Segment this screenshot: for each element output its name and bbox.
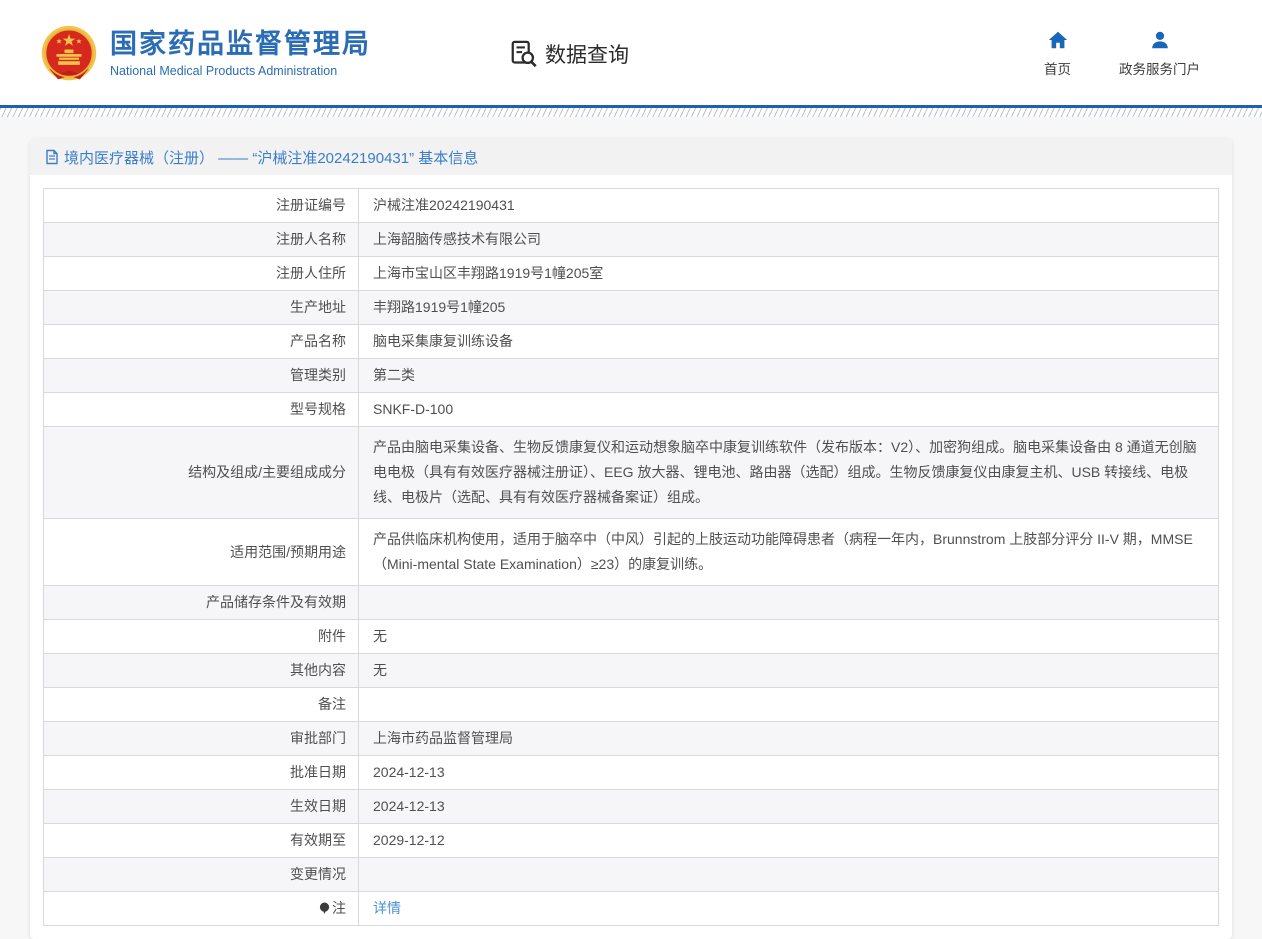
row-label: 注册人住所 [44, 257, 359, 291]
table-row: 生产地址丰翔路1919号1幢205 [44, 291, 1219, 325]
site-header: 国家药品监督管理局 National Medical Products Admi… [0, 0, 1262, 117]
table-row: 批准日期2024-12-13 [44, 756, 1219, 790]
table-row: 产品名称脑电采集康复训练设备 [44, 325, 1219, 359]
row-value: 无 [359, 654, 1219, 688]
row-value: 沪械注准20242190431 [359, 189, 1219, 223]
table-row: 注册证编号沪械注准20242190431 [44, 189, 1219, 223]
org-name-en: National Medical Products Administration [110, 64, 371, 78]
row-value [359, 586, 1219, 620]
row-label: 有效期至 [44, 824, 359, 858]
nav-item-home[interactable]: 首页 [1044, 29, 1071, 78]
table-row: 适用范围/预期用途产品供临床机构使用，适用于脑卒中（中风）引起的上肢运动功能障碍… [44, 519, 1219, 586]
row-value: 产品由脑电采集设备、生物反馈康复仪和运动想象脑卒中康复训练软件（发布版本：V2）… [359, 427, 1219, 519]
row-value: 详情 [359, 892, 1219, 926]
row-label: 变更情况 [44, 858, 359, 892]
row-label: 结构及组成/主要组成成分 [44, 427, 359, 519]
row-label: 备注 [44, 688, 359, 722]
row-value [359, 688, 1219, 722]
details-link[interactable]: 详情 [373, 900, 401, 916]
row-label: 注 [44, 892, 359, 926]
row-label: 注册证编号 [44, 189, 359, 223]
row-value: 2024-12-13 [359, 790, 1219, 824]
row-label: 适用范围/预期用途 [44, 519, 359, 586]
row-label: 产品储存条件及有效期 [44, 586, 359, 620]
row-value [359, 858, 1219, 892]
table-row: 备注 [44, 688, 1219, 722]
page-title: 境内医疗器械（注册） —— “沪械注准20242190431” 基本信息 [64, 147, 478, 168]
brand-text: 国家药品监督管理局 National Medical Products Admi… [110, 29, 371, 78]
row-label: 产品名称 [44, 325, 359, 359]
row-value: 2024-12-13 [359, 756, 1219, 790]
row-label: 附件 [44, 620, 359, 654]
table-row: 其他内容无 [44, 654, 1219, 688]
table-row: 注册人住所上海市宝山区丰翔路1919号1幢205室 [44, 257, 1219, 291]
brand[interactable]: 国家药品监督管理局 National Medical Products Admi… [40, 25, 371, 83]
row-label: 型号规格 [44, 393, 359, 427]
row-label: 注册人名称 [44, 223, 359, 257]
row-value: 产品供临床机构使用，适用于脑卒中（中风）引起的上肢运动功能障碍患者（病程一年内，… [359, 519, 1219, 586]
data-query-icon [509, 39, 539, 69]
table-row: 管理类别第二类 [44, 359, 1219, 393]
table-row: 变更情况 [44, 858, 1219, 892]
nav-label-gov-portal: 政务服务门户 [1119, 58, 1200, 78]
registration-table: 注册证编号沪械注准20242190431注册人名称上海韶脑传感技术有限公司注册人… [43, 188, 1219, 926]
row-value: 2029-12-12 [359, 824, 1219, 858]
org-name-cn: 国家药品监督管理局 [110, 29, 371, 60]
nav-label-home: 首页 [1044, 58, 1071, 78]
nmpa-emblem-icon [40, 25, 98, 83]
document-icon [44, 149, 60, 165]
row-label: 其他内容 [44, 654, 359, 688]
row-label: 生产地址 [44, 291, 359, 325]
data-query-section[interactable]: 数据查询 [509, 39, 629, 69]
row-label: 审批部门 [44, 722, 359, 756]
table-row: 有效期至2029-12-12 [44, 824, 1219, 858]
table-row: 型号规格SNKF-D-100 [44, 393, 1219, 427]
table-row: 审批部门上海市药品监督管理局 [44, 722, 1219, 756]
row-value: 第二类 [359, 359, 1219, 393]
table-row: 产品储存条件及有效期 [44, 586, 1219, 620]
row-label: 批准日期 [44, 756, 359, 790]
header-nav: 首页 政务服务门户 [1044, 29, 1200, 78]
table-row: 注详情 [44, 892, 1219, 926]
registration-table-wrap: 注册证编号沪械注准20242190431注册人名称上海韶脑传感技术有限公司注册人… [43, 188, 1219, 926]
table-row: 结构及组成/主要组成成分产品由脑电采集设备、生物反馈康复仪和运动想象脑卒中康复训… [44, 427, 1219, 519]
table-row: 注册人名称上海韶脑传感技术有限公司 [44, 223, 1219, 257]
row-value: 上海市宝山区丰翔路1919号1幢205室 [359, 257, 1219, 291]
card-titlebar: 境内医疗器械（注册） —— “沪械注准20242190431” 基本信息 [30, 139, 1232, 175]
home-icon [1047, 29, 1069, 51]
row-value: 上海市药品监督管理局 [359, 722, 1219, 756]
row-value: 上海韶脑传感技术有限公司 [359, 223, 1219, 257]
row-value: SNKF-D-100 [359, 393, 1219, 427]
row-label: 生效日期 [44, 790, 359, 824]
row-label: 管理类别 [44, 359, 359, 393]
info-card: 境内医疗器械（注册） —— “沪械注准20242190431” 基本信息 注册证… [30, 139, 1232, 939]
nav-item-gov-portal[interactable]: 政务服务门户 [1119, 29, 1200, 78]
row-value: 丰翔路1919号1幢205 [359, 291, 1219, 325]
user-icon [1149, 29, 1171, 51]
row-value: 脑电采集康复训练设备 [359, 325, 1219, 359]
table-row: 生效日期2024-12-13 [44, 790, 1219, 824]
row-value: 无 [359, 620, 1219, 654]
table-row: 附件无 [44, 620, 1219, 654]
data-query-label: 数据查询 [545, 39, 629, 69]
note-balloon-icon [319, 902, 330, 915]
